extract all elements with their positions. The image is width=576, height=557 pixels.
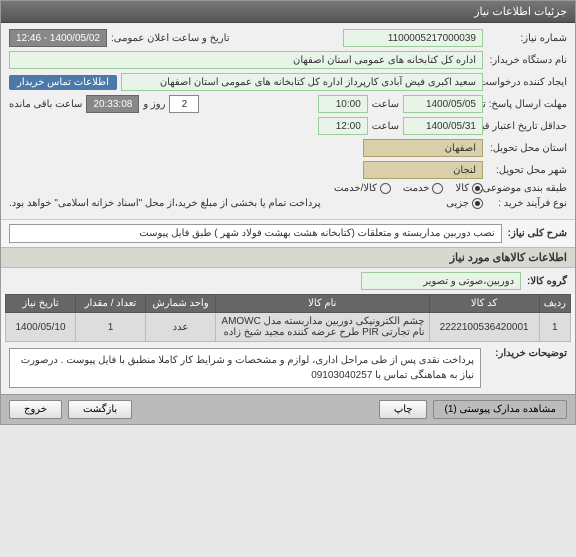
cell-unit: عدد: [146, 313, 216, 342]
exit-button[interactable]: خروج: [9, 400, 62, 419]
notes-label: توضیحات خریدار:: [487, 348, 567, 388]
validity-date: 1400/05/31: [403, 117, 483, 135]
radio-combined-label: کالا/خدمت: [334, 183, 377, 194]
time-label-1: ساعت: [372, 99, 399, 110]
th-row: ردیف: [539, 295, 570, 313]
radio-icon: [380, 183, 391, 194]
province-value: اصفهان: [363, 139, 483, 157]
need-number-label: شماره نیاز:: [487, 33, 567, 44]
time-label-2: ساعت: [372, 121, 399, 132]
days-count: 2: [169, 95, 199, 113]
group-label: گروه کالا:: [527, 276, 567, 287]
city-label: شهر محل تحویل:: [487, 165, 567, 176]
items-table: ردیف کد کالا نام کالا واحد شمارش تعداد /…: [5, 294, 571, 342]
cell-code: 2222100536420001: [429, 313, 539, 342]
panel-header: جزئیات اطلاعات نیاز: [1, 1, 575, 23]
radio-icon: [472, 198, 483, 209]
category-radio-group: کالا خدمت کالا/خدمت: [334, 183, 483, 194]
radio-kala-label: کالا: [455, 183, 469, 194]
group-value: دوربین،صوتی و تصویر: [361, 272, 521, 290]
days-label: روز و: [143, 99, 165, 110]
back-button[interactable]: بازگشت: [68, 400, 132, 419]
radio-khadamat-label: خدمت: [403, 183, 430, 194]
summary-label: شرح کلی نیاز:: [508, 228, 567, 239]
province-label: استان محل تحویل:: [487, 143, 567, 154]
table-row[interactable]: 1 2222100536420001 چشم الکترونیکی دوربین…: [6, 313, 571, 342]
city-value: لنجان: [363, 161, 483, 179]
cell-row: 1: [539, 313, 570, 342]
items-table-wrap: ردیف کد کالا نام کالا واحد شمارش تعداد /…: [1, 294, 575, 342]
deadline-time: 10:00: [318, 95, 368, 113]
attachments-button[interactable]: مشاهده مدارک پیوستی (1): [433, 400, 567, 419]
summary-text: نصب دوربین مداربسته و متعلقات (کتابخانه …: [9, 224, 502, 243]
announce-value: 1400/05/02 - 12:46: [9, 29, 107, 47]
requester-value: سعید اکبری فیض آبادی کارپرداز اداره کل ک…: [121, 73, 483, 91]
buyer-label: نام دستگاه خریدار:: [487, 55, 567, 66]
form-area: شماره نیاز: 1100005217000039 تاریخ و ساع…: [1, 23, 575, 219]
requester-label: ایجاد کننده درخواست:: [487, 77, 567, 88]
cell-date: 1400/05/10: [6, 313, 76, 342]
deadline-label: مهلت ارسال پاسخ: تا تاریخ:: [487, 99, 567, 110]
radio-combined[interactable]: کالا/خدمت: [334, 183, 391, 194]
items-header: اطلاعات کالاهای مورد نیاز: [1, 247, 575, 268]
cell-qty: 1: [76, 313, 146, 342]
radio-icon: [472, 183, 483, 194]
cell-name: چشم الکترونیکی دوربین مداربسته مدل AMOWC…: [216, 313, 430, 342]
announce-label: تاریخ و ساعت اعلان عمومی:: [111, 33, 230, 44]
panel-title: جزئیات اطلاعات نیاز: [474, 6, 567, 18]
radio-kala[interactable]: کالا: [455, 183, 483, 194]
th-qty: تعداد / مقدار: [76, 295, 146, 313]
process-note: پرداخت تمام یا بخشی از مبلغ خرید،از محل …: [9, 198, 321, 209]
notes-text: پرداخت نقدی پس از طی مراحل اداری، لوازم …: [9, 348, 481, 388]
th-name: نام کالا: [216, 295, 430, 313]
process-label: نوع فرآیند خرید :: [487, 198, 567, 209]
footer-bar: مشاهده مدارک پیوستی (1) چاپ بازگشت خروج: [1, 394, 575, 424]
need-number-value: 1100005217000039: [343, 29, 483, 47]
category-label: طبقه بندی موضوعی:: [487, 183, 567, 194]
remaining-time: 20:33:08: [86, 95, 139, 113]
process-radio-group: جزیی: [446, 198, 483, 209]
radio-khadamat[interactable]: خدمت: [403, 183, 444, 194]
radio-partial-label: جزیی: [446, 198, 469, 209]
validity-label: حداقل تاریخ اعتبار قیمت: تا تاریخ:: [487, 121, 567, 132]
radio-icon: [432, 183, 443, 194]
deadline-date: 1400/05/05: [403, 95, 483, 113]
contact-badge[interactable]: اطلاعات تماس خریدار: [9, 75, 117, 90]
buyer-value: اداره کل کتابخانه های عمومی استان اصفهان: [9, 51, 483, 69]
remaining-label: ساعت باقی مانده: [9, 99, 82, 110]
th-code: کد کالا: [429, 295, 539, 313]
validity-time: 12:00: [318, 117, 368, 135]
radio-partial[interactable]: جزیی: [446, 198, 483, 209]
th-date: تاریخ نیاز: [6, 295, 76, 313]
print-button[interactable]: چاپ: [379, 400, 428, 419]
th-unit: واحد شمارش: [146, 295, 216, 313]
